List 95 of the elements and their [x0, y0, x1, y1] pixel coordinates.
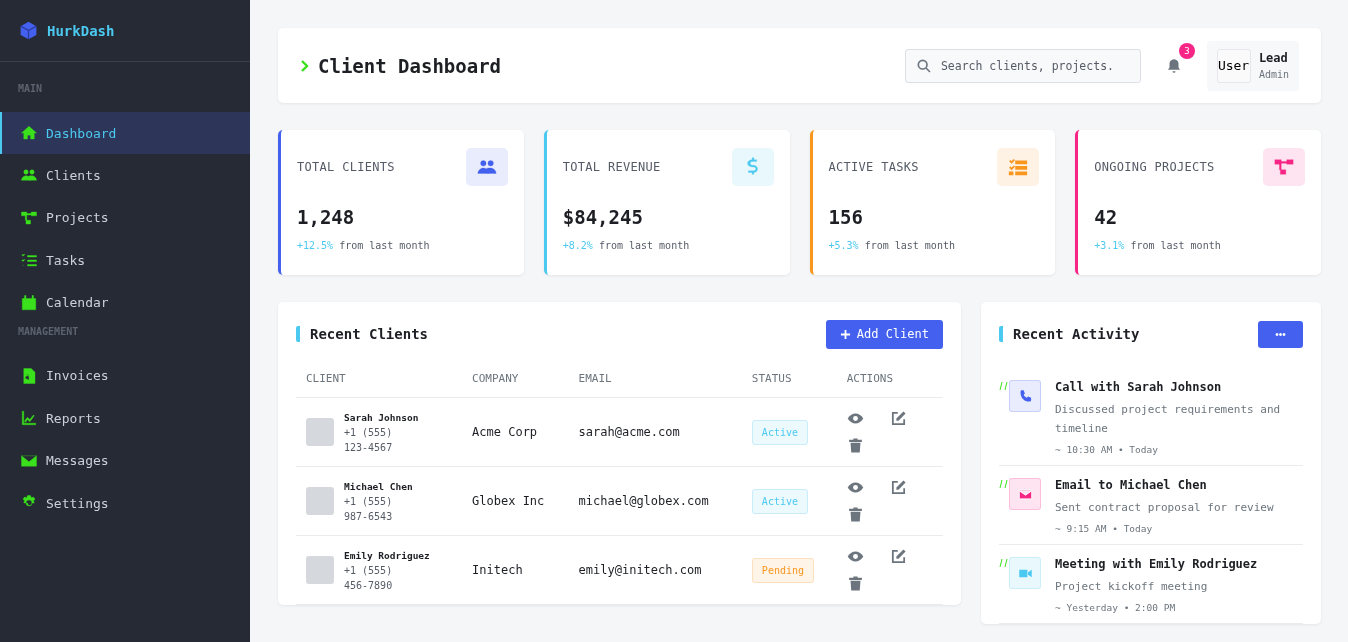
add-client-button[interactable]: Add Client: [825, 319, 943, 349]
client-email: michael@globex.com: [578, 494, 709, 508]
calendar-icon: [20, 293, 38, 312]
invoice-icon: [20, 366, 38, 385]
activity-title: Email to Michael Chen: [1055, 478, 1208, 492]
activity-description: Project kickoff meeting: [1055, 579, 1209, 595]
notification-count: 3: [1178, 42, 1195, 59]
nav-item[interactable]: Reports: [0, 397, 250, 440]
diagram-icon: [20, 208, 38, 227]
nav-item[interactable]: Calendar: [0, 281, 250, 324]
status-badge: Active: [751, 489, 808, 514]
slash-icon: [999, 382, 1009, 390]
envelope-icon: [1017, 486, 1033, 502]
slash-icon: [999, 480, 1009, 488]
stat-value: 156: [828, 206, 864, 228]
photo-placeholder: [306, 418, 334, 446]
edit-icon[interactable]: [889, 479, 907, 496]
client-name: Emily Rodriguez: [344, 549, 430, 561]
stat-change: +5.3%: [828, 240, 859, 251]
stat-value: 42: [1094, 206, 1119, 228]
activity-description: Sent contract proposal for review: [1055, 500, 1274, 516]
section-heading: MAIN: [17, 82, 44, 96]
stat-note: from last month: [1130, 240, 1221, 251]
client-phone: +1 (555): [344, 495, 394, 507]
client-phone: 123-4567: [344, 441, 394, 453]
photo-placeholder: [306, 556, 334, 584]
stat-note: from last month: [339, 240, 430, 251]
activity-time: ~ 9:15 AM • Today: [1055, 523, 1154, 534]
nav-item[interactable]: Messages: [0, 439, 250, 482]
nav-item[interactable]: Settings: [0, 482, 250, 525]
home-icon: [20, 124, 38, 142]
user-role: Admin: [1258, 69, 1289, 80]
client-phone: +1 (555): [344, 426, 394, 438]
search-icon: [915, 57, 932, 74]
company-name: Acme Corp: [472, 425, 538, 439]
page-title: Client Dashboard: [318, 54, 502, 77]
activity-title: Call with Sarah Johnson: [1055, 380, 1223, 394]
slash-icon: [999, 559, 1009, 567]
trash-icon[interactable]: [846, 506, 864, 523]
client-phone: 456-7890: [344, 579, 394, 591]
stat-label: TOTAL REVENUE: [562, 160, 661, 174]
company-name: Globex Inc: [472, 494, 545, 508]
avatar-placeholder: User: [1216, 48, 1251, 83]
nav-item[interactable]: Projects: [0, 196, 250, 239]
status-badge: Pending: [751, 558, 814, 583]
activity-time: ~ 10:30 AM • Today: [1055, 444, 1159, 455]
section-heading: MANAGEMENT: [17, 324, 80, 339]
status-badge: Active: [751, 420, 808, 445]
stat-note: from last month: [598, 240, 690, 251]
user-name: Lead: [1258, 51, 1289, 65]
client-email: emily@initech.com: [578, 563, 702, 577]
stat-value: 1,248: [297, 206, 356, 228]
activity-time: ~ Yesterday • 2:00 PM: [1055, 602, 1177, 613]
client-phone: +1 (555): [344, 564, 394, 576]
photo-placeholder: [306, 487, 334, 515]
client-name: Michael Chen: [344, 480, 413, 492]
panel-title: Recent Clients: [296, 326, 428, 342]
client-email: sarah@acme.com: [578, 425, 680, 439]
panel-title: Recent Activity: [999, 326, 1140, 342]
stat-label: TOTAL CLIENTS: [297, 160, 395, 174]
company-name: Initech: [472, 563, 523, 577]
stat-change: +3.1%: [1094, 240, 1125, 251]
stat-label: ONGOING PROJECTS: [1094, 160, 1215, 174]
activity-title: Meeting with Emily Rodriguez: [1055, 557, 1258, 571]
nav-item[interactable]: Dashboard: [0, 112, 250, 154]
nav-item[interactable]: Tasks: [0, 239, 250, 282]
nav-item[interactable]: Invoices: [0, 354, 250, 397]
chevron-icon: [300, 58, 310, 73]
diagram-icon: [1273, 156, 1295, 178]
checklist-icon: [20, 251, 38, 270]
client-name: Sarah Johnson: [344, 411, 419, 423]
client-phone: 987-6543: [344, 510, 394, 522]
checklist-icon: [1007, 156, 1030, 178]
column-header: ACTIONS: [836, 364, 943, 398]
edit-icon[interactable]: [889, 548, 907, 565]
trash-icon[interactable]: [846, 575, 864, 592]
activity-description: Discussed project requirements and timeline: [1055, 402, 1282, 437]
edit-icon[interactable]: [889, 410, 907, 427]
cube-icon: [18, 20, 39, 41]
line-chart-icon: [20, 409, 38, 428]
stat-value: $84,245: [562, 206, 644, 228]
trash-icon[interactable]: [846, 437, 864, 454]
column-header: CLIENT: [296, 364, 463, 398]
more-button[interactable]: •••: [1258, 320, 1303, 348]
stat-label: ACTIVE TASKS: [828, 160, 919, 174]
search-field[interactable]: Search clients, projects.: [904, 48, 1141, 83]
stat-note: from last month: [864, 240, 955, 251]
column-header: STATUS: [741, 364, 837, 398]
stat-change: +8.2%: [562, 240, 593, 251]
column-header: EMAIL: [568, 364, 742, 398]
column-header: COMPANY: [462, 364, 569, 398]
plus-icon: [839, 328, 851, 340]
brand-name: HurkDash: [47, 22, 115, 39]
stat-change: +12.5%: [297, 240, 334, 251]
nav-item[interactable]: Clients: [0, 154, 250, 197]
